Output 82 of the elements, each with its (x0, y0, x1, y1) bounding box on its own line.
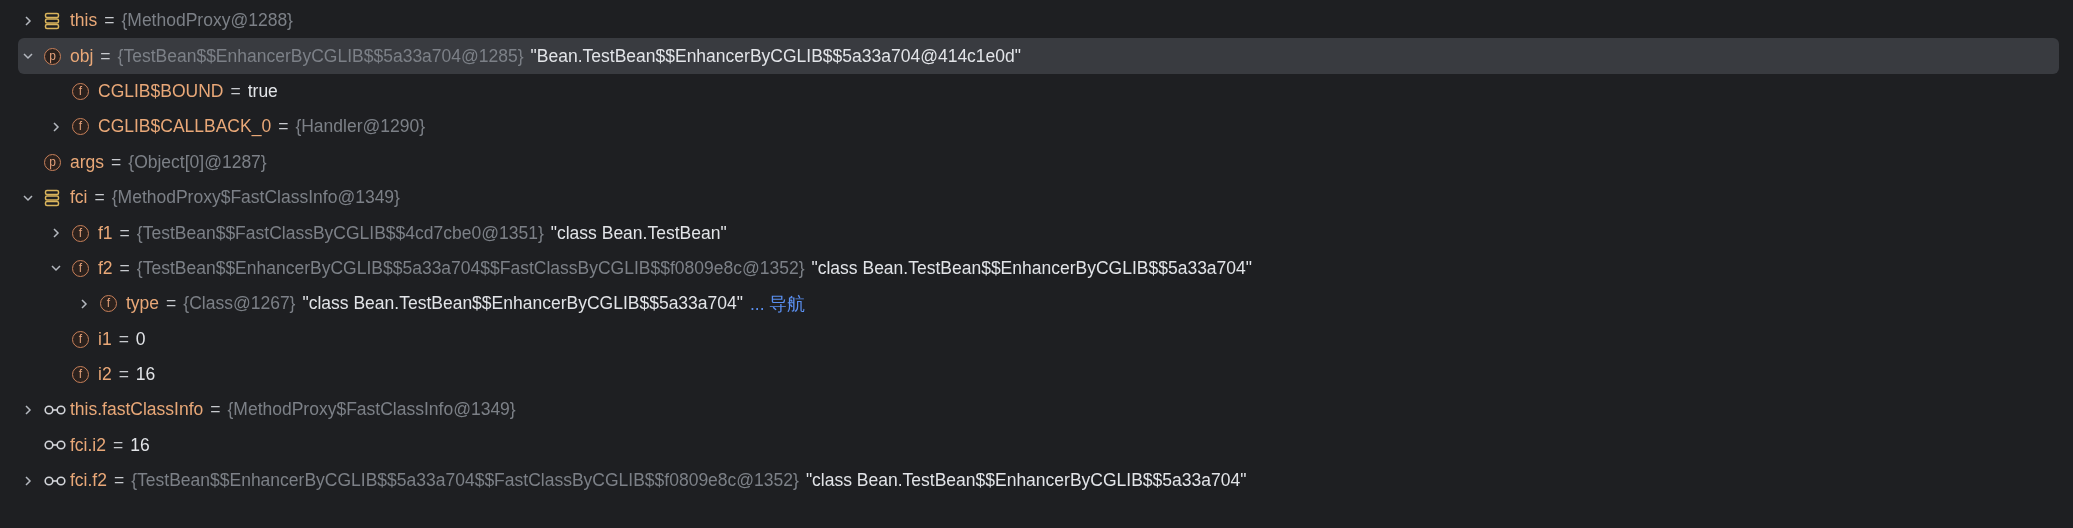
object-reference: {TestBean$$EnhancerByCGLIB$$5a33a704$$FastClassByCGLIB$$f0809e8c@1352} (136, 257, 805, 279)
tree-row[interactable]: fci.i2 = 16 (0, 427, 2059, 464)
tree-row[interactable]: f f1 = {TestBean$$FastClassByCGLIB$$4cd7cbe0@1351} "class Bean.TestBean" (0, 215, 2059, 251)
variable-name: i1 (98, 328, 112, 350)
equals-sign: = (111, 151, 122, 173)
equals-sign: = (94, 187, 105, 209)
tree-row[interactable]: p args = {Object[0]@1287} (0, 144, 2059, 180)
equals-sign: = (118, 328, 129, 350)
object-reference: {TestBean$$FastClassByCGLIB$$4cd7cbe0@1351} (136, 222, 544, 244)
variable-name: obj (70, 45, 94, 67)
stack-icon (44, 188, 60, 207)
tree-row[interactable]: f CGLIB$CALLBACK_0 = {Handler@1290} (0, 109, 2059, 145)
object-reference: {MethodProxy$FastClassInfo@1349} (227, 399, 516, 421)
object-reference: {TestBean$$EnhancerByCGLIB$$5a33a704@1285} (117, 45, 524, 67)
navigate-link[interactable]: ... 导航 (749, 291, 806, 316)
equals-sign: = (210, 399, 221, 421)
field-icon: f (72, 82, 89, 100)
stack-icon (44, 11, 60, 30)
field-icon: f (100, 295, 117, 313)
parameter-icon: p (44, 153, 61, 171)
variable-value: "class Bean.TestBean$$EnhancerByCGLIB$$5a33a704" (811, 257, 1252, 279)
variable-value: true (247, 80, 278, 102)
object-reference: {Class@1267} (183, 293, 296, 315)
variable-name: type (126, 293, 160, 315)
variable-name: i2 (98, 364, 112, 386)
tree-row[interactable]: f i1 = 0 (0, 321, 2059, 357)
chevron-right-icon[interactable] (22, 474, 34, 487)
variable-name: this.fastClassInfo (70, 399, 204, 421)
variable-value: "class Bean.TestBean" (550, 222, 727, 244)
field-icon: f (72, 366, 89, 384)
object-reference: {Handler@1290} (295, 116, 426, 138)
equals-sign: = (230, 80, 241, 102)
variable-name: CGLIB$BOUND (98, 80, 224, 102)
selected-tree-row[interactable]: p obj = {TestBean$$EnhancerByCGLIB$$5a33a704@1285} "Bean.TestBean$$EnhancerByCGLIB$$5a33a704@414c1e0d" (18, 38, 2059, 74)
variable-value: "Bean.TestBean$$EnhancerByCGLIB$$5a33a704@414c1e0d" (530, 45, 1021, 67)
object-reference: {MethodProxy$FastClassInfo@1349} (111, 187, 400, 209)
variable-value: "class Bean.TestBean$$EnhancerByCGLIB$$5a33a704" (805, 470, 1247, 492)
tree-row[interactable]: this = {MethodProxy@1288} (0, 3, 2059, 39)
tree-row[interactable]: fci.f2 = {TestBean$$EnhancerByCGLIB$$5a33a704$$FastClassByCGLIB$$f0809e8c@1352} "class Bean.TestBean$$EnhancerByCGLIB$$5a33a704" (0, 463, 2059, 499)
chevron-right-icon[interactable] (22, 404, 34, 416)
variable-value: "class Bean.TestBean$$EnhancerByCGLIB$$5a33a704" (302, 293, 743, 315)
parameter-icon: p (44, 47, 61, 65)
variable-name: f1 (98, 222, 113, 244)
equals-sign: = (104, 10, 115, 32)
glasses-icon (44, 475, 66, 486)
equals-sign: = (113, 470, 125, 492)
variable-value: 16 (135, 364, 156, 386)
field-icon: f (72, 259, 89, 277)
object-reference: {MethodProxy@1288} (121, 10, 293, 32)
field-icon: f (72, 224, 89, 242)
variable-name: args (70, 151, 105, 173)
tree-row[interactable]: f i2 = 16 (0, 356, 2059, 393)
variable-value: 16 (130, 434, 150, 456)
variable-name: CGLIB$CALLBACK_0 (98, 116, 272, 138)
equals-sign: = (119, 257, 130, 279)
object-reference: {Object[0]@1287} (128, 151, 267, 173)
equals-sign: = (278, 116, 289, 138)
object-reference: {TestBean$$EnhancerByCGLIB$$5a33a704$$FastClassByCGLIB$$f0809e8c@1352} (131, 470, 799, 492)
equals-sign: = (166, 293, 177, 315)
equals-sign: = (119, 222, 130, 244)
equals-sign: = (113, 434, 124, 456)
variable-name: fci (70, 187, 88, 209)
tree-row[interactable]: f CGLIB$BOUND = true (0, 73, 2059, 110)
variable-name: fci.i2 (70, 434, 106, 456)
chevron-right-icon[interactable] (78, 297, 90, 310)
variable-name: f2 (98, 257, 113, 279)
chevron-right-icon[interactable] (22, 14, 34, 27)
glasses-icon (44, 405, 66, 415)
tree-row[interactable]: fci = {MethodProxy$FastClassInfo@1349} (0, 179, 2059, 216)
chevron-right-icon[interactable] (50, 227, 62, 240)
tree-row[interactable]: this.fastClassInfo = {MethodProxy$FastClassInfo@1349} (0, 392, 2059, 428)
equals-sign: = (100, 45, 111, 67)
chevron-right-icon[interactable] (50, 120, 62, 133)
glasses-icon (44, 440, 66, 451)
variable-name: this (70, 10, 98, 32)
variable-name: fci.f2 (70, 470, 107, 492)
equals-sign: = (118, 364, 129, 386)
field-icon: f (72, 330, 89, 348)
field-icon: f (72, 118, 89, 136)
tree-row[interactable]: f f2 = {TestBean$$EnhancerByCGLIB$$5a33a704$$FastClassByCGLIB$$f0809e8c@1352} "class Bean.TestBean$$EnhancerByCGLIB$$5a33a704" (0, 250, 2059, 287)
tree-row[interactable]: f type = {Class@1267} "class Bean.TestBean$$EnhancerByCGLIB$$5a33a704" ... 导航 (0, 286, 2059, 322)
variable-value: 0 (135, 328, 146, 350)
